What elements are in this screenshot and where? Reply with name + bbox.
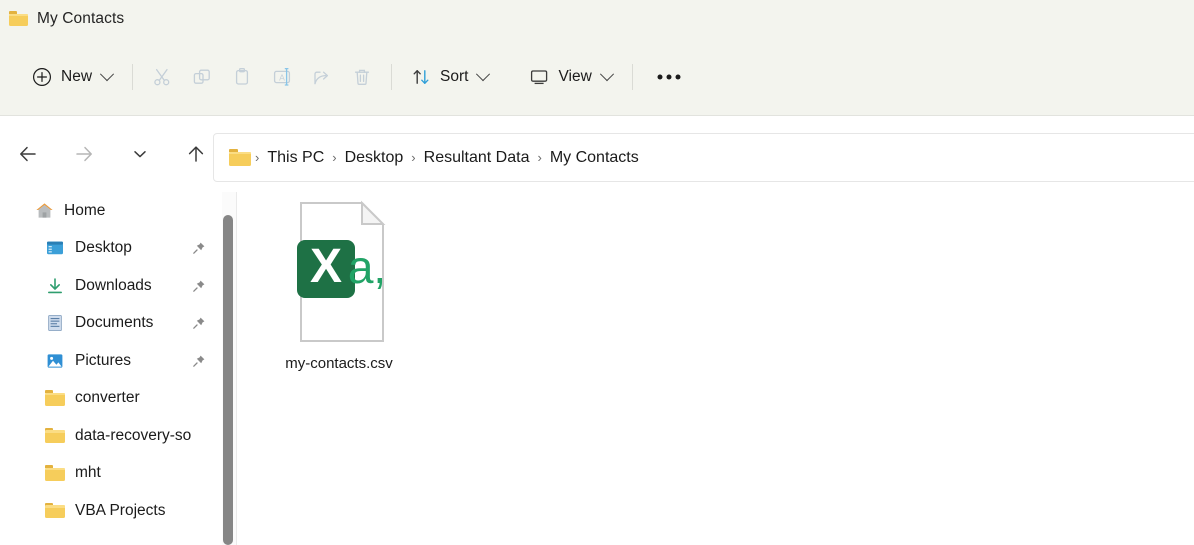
download-icon: [44, 275, 66, 297]
svg-text:a,: a,: [348, 241, 386, 293]
forward-button[interactable]: [67, 137, 101, 171]
sort-button[interactable]: Sort: [401, 59, 499, 95]
folder-icon: [229, 149, 251, 166]
paste-button[interactable]: [222, 59, 262, 95]
folder-icon: [44, 425, 66, 447]
sidebar-item-label: Downloads: [75, 276, 152, 294]
arrow-right-icon: [76, 146, 92, 162]
chevron-down-icon: [134, 151, 146, 158]
monitor-icon: [528, 66, 550, 88]
sidebar-item-label: Documents: [75, 314, 154, 332]
recent-locations-button[interactable]: [123, 137, 157, 171]
share-icon: [311, 66, 333, 88]
sort-label: Sort: [440, 67, 469, 85]
sidebar-item-documents[interactable]: Documents: [0, 305, 222, 343]
folder-icon: [44, 462, 66, 484]
folder-icon: [9, 11, 28, 27]
sidebar-item-label: Home: [64, 201, 106, 219]
svg-text:X: X: [310, 240, 342, 293]
breadcrumb-separator: ›: [411, 150, 416, 165]
ellipsis-icon: [656, 66, 682, 88]
scissors-icon: [151, 66, 173, 88]
breadcrumb-this-pc[interactable]: This PC: [261, 146, 330, 170]
breadcrumb-resultant-data[interactable]: Resultant Data: [418, 146, 536, 170]
toolbar-separator-2: [391, 63, 393, 90]
paste-icon: [231, 66, 253, 88]
view-button[interactable]: View: [519, 59, 622, 95]
copy-button[interactable]: [182, 59, 222, 95]
chevron-down-icon: [599, 66, 614, 81]
sidebar-scrollbar-thumb[interactable]: [223, 215, 233, 545]
breadcrumb-separator: ›: [255, 150, 260, 165]
sidebar-item-converter[interactable]: converter: [0, 380, 222, 418]
svg-text:A: A: [279, 72, 285, 82]
trash-icon: [351, 66, 373, 88]
csv-excel-icon: X a,: [283, 199, 395, 345]
file-item-my-contacts[interactable]: X a, my-contacts.csv: [278, 199, 400, 372]
new-label: New: [61, 67, 93, 85]
sidebar-item-mht[interactable]: mht: [0, 455, 222, 493]
file-list[interactable]: X a, my-contacts.csv: [237, 192, 1194, 545]
rename-button[interactable]: A: [262, 59, 302, 95]
see-more-button[interactable]: [642, 59, 696, 95]
command-bar: New A Sort View: [0, 38, 1194, 116]
sidebar-item-home[interactable]: Home: [0, 192, 222, 230]
folder-icon: [44, 500, 66, 522]
toolbar-separator: [132, 63, 134, 90]
file-name-label: my-contacts.csv: [285, 355, 393, 372]
toolbar-separator-3: [631, 63, 633, 90]
chevron-down-icon: [476, 66, 491, 81]
document-icon: [44, 312, 66, 334]
chevron-down-icon: [99, 66, 115, 81]
folder-icon: [44, 387, 66, 409]
new-button[interactable]: New: [22, 59, 123, 95]
title-bar: My Contacts: [0, 0, 1194, 38]
sidebar-item-label: mht: [75, 464, 101, 482]
home-icon: [33, 200, 55, 222]
sidebar-item-label: Pictures: [75, 351, 131, 369]
cut-button[interactable]: [142, 59, 182, 95]
arrow-up-icon: [188, 146, 204, 162]
pin-icon[interactable]: [192, 241, 206, 255]
sort-arrows-icon: [410, 66, 432, 88]
view-label: View: [558, 67, 592, 85]
pin-icon[interactable]: [192, 279, 206, 293]
sidebar-item-downloads[interactable]: Downloads: [0, 267, 222, 305]
sidebar-item-label: converter: [75, 389, 140, 407]
sidebar-item-data-recovery[interactable]: data-recovery-so: [0, 417, 222, 455]
desktop-icon: [44, 237, 66, 259]
file-explorer-window: My Contacts New A Sort View › This PC › …: [0, 0, 1194, 545]
delete-button[interactable]: [342, 59, 382, 95]
address-bar[interactable]: › This PC › Desktop › Resultant Data › M…: [213, 133, 1194, 182]
back-button[interactable]: [11, 137, 45, 171]
sidebar-item-desktop[interactable]: Desktop: [0, 230, 222, 268]
breadcrumb-separator: ›: [332, 150, 337, 165]
tab-title: My Contacts: [37, 10, 125, 27]
sidebar-item-label: Desktop: [75, 239, 132, 257]
sidebar-item-label: data-recovery-so: [75, 426, 192, 444]
copy-icon: [191, 66, 213, 88]
pin-icon[interactable]: [192, 316, 206, 330]
sidebar-item-vba-projects[interactable]: VBA Projects: [0, 492, 222, 530]
rename-icon: A: [271, 66, 293, 88]
up-button[interactable]: [179, 137, 213, 171]
pictures-icon: [44, 350, 66, 372]
sidebar-item-pictures[interactable]: Pictures: [0, 342, 222, 380]
breadcrumb-separator: ›: [537, 150, 542, 165]
breadcrumb-my-contacts[interactable]: My Contacts: [544, 146, 645, 170]
plus-circle-icon: [31, 66, 53, 88]
sidebar-item-label: VBA Projects: [75, 501, 166, 519]
pin-icon[interactable]: [192, 354, 206, 368]
navigation-pane: Home Desktop Downloads Documents Picture…: [0, 192, 222, 545]
arrow-left-icon: [20, 146, 36, 162]
share-button[interactable]: [302, 59, 342, 95]
breadcrumb-desktop[interactable]: Desktop: [339, 146, 410, 170]
